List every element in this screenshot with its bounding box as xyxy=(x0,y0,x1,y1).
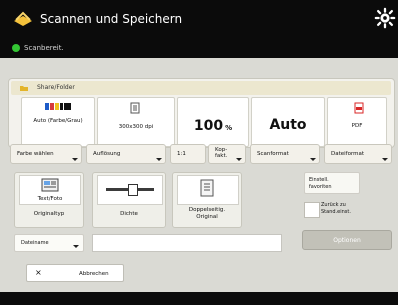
duplex-preview xyxy=(177,175,239,205)
color-button-label: Farbe wählen xyxy=(17,151,54,157)
zoom-value: 100% xyxy=(178,117,248,137)
format-setting[interactable]: PDF xyxy=(327,97,387,147)
filename-input[interactable] xyxy=(92,234,282,252)
settings-panel: Share/Folder Auto (Farbe/Grau) 300x300 d… xyxy=(8,78,395,148)
color-mode-icon xyxy=(45,103,71,110)
copy-ratio-label: Kop- fakt. xyxy=(215,147,228,159)
density-handle[interactable] xyxy=(128,184,138,196)
file-format-label: Dateiformat xyxy=(331,151,365,157)
status-indicator xyxy=(12,44,20,52)
gear-icon[interactable] xyxy=(374,7,396,29)
duplex-label: Doppelseitig. Original xyxy=(188,207,226,220)
color-setting[interactable]: Auto (Farbe/Grau) xyxy=(21,97,95,147)
original-type-label: Text/Foto xyxy=(37,196,63,202)
destination-label: Share/Folder xyxy=(37,84,75,91)
density-card[interactable]: Dichte xyxy=(92,172,166,228)
cancel-button[interactable]: × Abbrechen xyxy=(26,264,124,282)
close-icon: × xyxy=(35,268,42,277)
scan-size-label: Scanformat xyxy=(257,151,289,157)
folder-icon xyxy=(20,86,28,91)
size-setting[interactable]: Auto xyxy=(251,97,325,147)
text-photo-icon xyxy=(41,178,59,192)
filename-label: Dateiname xyxy=(21,240,49,246)
options-label: Optionen xyxy=(333,237,361,244)
duplex-card[interactable]: Doppelseitig. Original xyxy=(172,172,242,228)
title-bar: Scannen und Speichern xyxy=(0,0,398,38)
ratio-button[interactable]: 1:1 xyxy=(170,144,206,164)
screen: Scannen und Speichern Scanbereit. Share/… xyxy=(0,0,398,305)
cancel-label: Abbrechen xyxy=(79,271,109,277)
duplex-icon xyxy=(200,179,214,197)
color-value: Auto (Farbe/Grau) xyxy=(33,118,83,124)
scan-and-store-icon xyxy=(14,11,32,26)
density-label: Dichte xyxy=(120,211,138,217)
density-slider[interactable] xyxy=(97,175,163,205)
zoom-setting[interactable]: 100% xyxy=(177,97,249,147)
file-format-button[interactable]: Dateiformat xyxy=(324,144,392,164)
original-type-preview: Text/Foto xyxy=(19,175,81,205)
destination-header: Share/Folder xyxy=(11,81,391,95)
favorite-settings-button[interactable]: Einstell. favoriten xyxy=(304,172,360,194)
filename-button[interactable]: Dateiname xyxy=(14,234,84,252)
status-bar: Scanbereit. xyxy=(0,38,398,58)
format-value: PDF xyxy=(351,123,363,129)
copy-ratio-button[interactable]: Kop- fakt. xyxy=(208,144,246,164)
original-type-button: Originaltyp xyxy=(33,211,65,217)
favorite-settings-label: Einstell. favoriten xyxy=(309,177,332,190)
zoom-unit: % xyxy=(225,124,233,132)
color-button[interactable]: Farbe wählen xyxy=(10,144,82,164)
resolution-button-label: Auflösung xyxy=(93,151,121,157)
settings-buttons: Farbe wählen Auflösung 1:1 Kop- fakt. Sc… xyxy=(8,144,393,166)
restore-default-checkbox[interactable] xyxy=(304,202,320,218)
bottom-bar xyxy=(0,292,398,305)
zoom-number: 100 xyxy=(193,118,224,134)
status-text: Scanbereit. xyxy=(24,44,64,52)
original-type-card[interactable]: Text/Foto Originaltyp xyxy=(14,172,84,228)
pdf-icon xyxy=(354,102,364,114)
resolution-value: 300x300 dpi xyxy=(118,124,154,130)
restore-default-label: Zurück zu Stand.einst. xyxy=(321,202,351,215)
ratio-button-label: 1:1 xyxy=(177,151,186,157)
app-title: Scannen und Speichern xyxy=(40,12,183,26)
size-value: Auto xyxy=(269,117,307,133)
scan-size-button[interactable]: Scanformat xyxy=(250,144,320,164)
resolution-setting[interactable]: 300x300 dpi xyxy=(97,97,175,147)
lower-controls: Text/Foto Originaltyp Dichte Doppelseiti… xyxy=(8,172,393,287)
options-button[interactable]: Optionen xyxy=(302,230,392,250)
resolution-button[interactable]: Auflösung xyxy=(86,144,166,164)
resolution-icon xyxy=(130,102,140,114)
